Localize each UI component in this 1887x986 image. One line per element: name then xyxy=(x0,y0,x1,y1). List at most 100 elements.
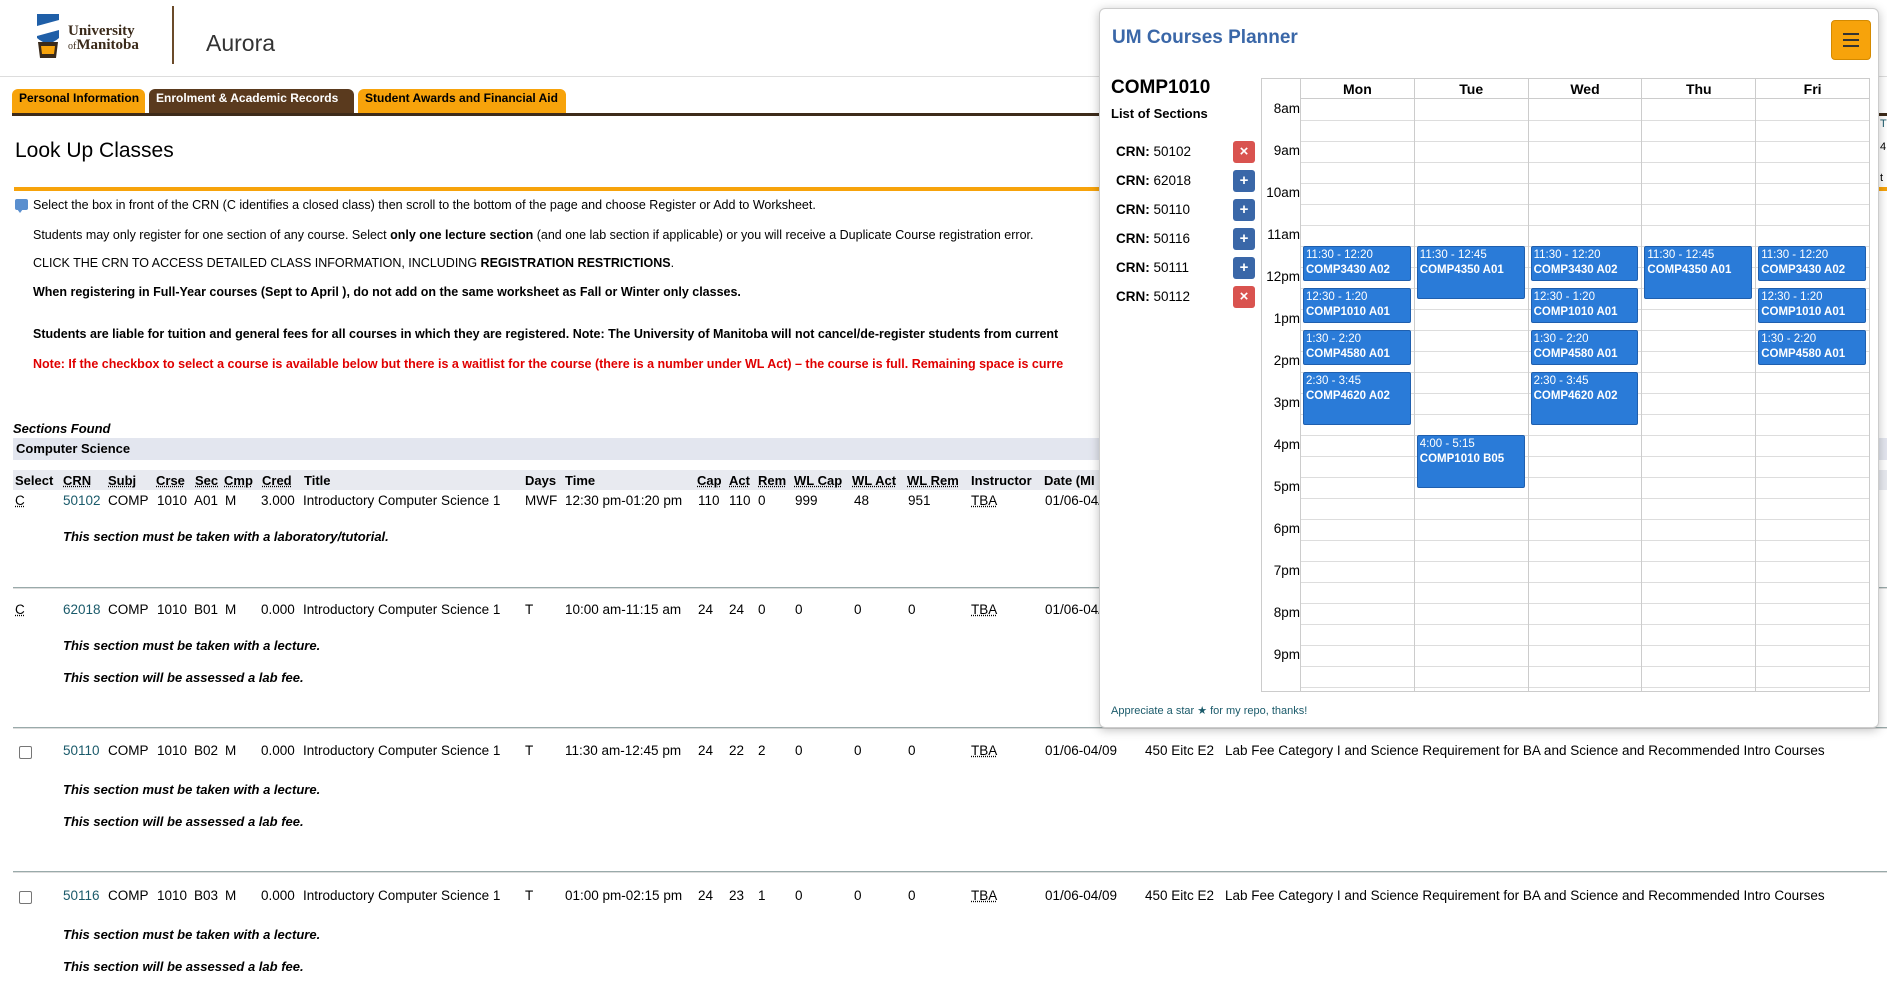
hour-label: 8am xyxy=(1273,101,1300,116)
instructor-tba[interactable]: TBA xyxy=(971,888,997,903)
col-wl-rem[interactable]: WL Rem xyxy=(907,473,959,488)
event-course: COMP3430 A02 xyxy=(1306,264,1390,276)
instruction-text: Select the box in front of the CRN (C id… xyxy=(15,198,816,213)
cell-wl-rem: 0 xyxy=(908,888,916,903)
calendar-event[interactable]: 11:30 - 12:45 COMP4350 A01 xyxy=(1416,246,1525,299)
cell-days: T xyxy=(525,743,534,758)
col-cap[interactable]: Cap xyxy=(697,473,722,488)
calendar-event[interactable]: 12:30 - 1:20 COMP1010 A01 xyxy=(1303,288,1411,323)
tab-enrolment-academic-records[interactable]: Enrolment & Academic Records xyxy=(149,89,354,113)
grid-line xyxy=(1300,666,1869,667)
grid-line xyxy=(1300,477,1869,478)
logo-wordmark: University ofManitoba xyxy=(68,24,139,54)
add-section-button-62018[interactable]: + xyxy=(1233,170,1255,192)
calendar-event[interactable]: 4:00 - 5:15 COMP1010 B05 xyxy=(1416,435,1525,488)
calendar-event[interactable]: 2:30 - 3:45 COMP4620 A02 xyxy=(1303,372,1411,425)
add-section-button-50111[interactable]: + xyxy=(1233,257,1255,279)
crn-link-50116[interactable]: 50116 xyxy=(63,888,100,903)
event-course: COMP3430 A02 xyxy=(1761,264,1846,276)
crn-link-62018[interactable]: 62018 xyxy=(63,602,101,617)
cell-days: MWF xyxy=(525,493,558,508)
hamburger-menu-icon[interactable] xyxy=(1831,20,1871,60)
note2-part-a: CLICK THE CRN TO ACCESS DETAILED CLASS I… xyxy=(33,256,481,270)
cell-time: 10:00 am-11:15 am xyxy=(565,602,682,617)
event-course: COMP1010 A01 xyxy=(1533,306,1618,318)
select-checkbox-50116[interactable] xyxy=(19,891,32,904)
col-cred[interactable]: Cred xyxy=(262,473,292,488)
cell-date: 01/06-04/09 xyxy=(1045,888,1118,903)
col-sec[interactable]: Sec xyxy=(195,473,218,488)
calendar-event[interactable]: 12:30 - 1:20 COMP1010 A01 xyxy=(1530,288,1639,323)
closed-indicator[interactable]: C xyxy=(15,602,25,617)
repo-star-link[interactable]: Appreciate a star ★ for my repo, thanks! xyxy=(1111,704,1307,717)
calendar-event[interactable]: 1:30 - 2:20 COMP4580 A01 xyxy=(1303,330,1411,365)
instructor-tba[interactable]: TBA xyxy=(971,743,997,758)
grid-line xyxy=(1300,225,1869,226)
cell-time: 01:00 pm-02:15 pm xyxy=(565,888,683,903)
event-course: COMP1010 A01 xyxy=(1761,306,1846,318)
calendar-event[interactable]: 11:30 - 12:20 COMP3430 A02 xyxy=(1303,246,1411,281)
note2-part-b: REGISTRATION RESTRICTIONS xyxy=(480,256,671,270)
cell-sec: B03 xyxy=(194,888,219,903)
crn-link-50110[interactable]: 50110 xyxy=(63,743,100,758)
cell-cmp: M xyxy=(225,602,237,617)
closed-indicator[interactable]: C xyxy=(15,493,25,508)
event-time: 12:30 - 1:20 xyxy=(1306,291,1368,303)
cell-wl-rem: 0 xyxy=(908,743,916,758)
tab-personal-information[interactable]: Personal Information xyxy=(12,89,145,113)
hour-label: 10am xyxy=(1266,185,1300,200)
event-course: COMP4620 A02 xyxy=(1306,390,1390,402)
event-course: COMP4580 A01 xyxy=(1306,348,1390,360)
hour-label: 2pm xyxy=(1273,353,1300,368)
event-course: COMP1010 B05 xyxy=(1419,453,1505,465)
grid-column-line xyxy=(1641,79,1643,691)
hour-label: 3pm xyxy=(1273,395,1300,410)
instructor-tba[interactable]: TBA xyxy=(971,493,997,508)
university-logo[interactable]: University ofManitoba xyxy=(34,12,142,64)
cell-location: 450 Eitc E2 xyxy=(1145,743,1215,758)
cell-cap: 110 xyxy=(698,493,720,508)
instructor-tba[interactable]: TBA xyxy=(971,602,997,617)
calendar-event[interactable]: 1:30 - 2:20 COMP4580 A01 xyxy=(1530,330,1639,365)
col-wl-act[interactable]: WL Act xyxy=(852,473,896,488)
col-rem[interactable]: Rem xyxy=(758,473,786,488)
calendar-event[interactable]: 1:30 - 2:20 COMP4580 A01 xyxy=(1758,330,1866,365)
col-wl-cap[interactable]: WL Cap xyxy=(794,473,842,488)
calendar-event[interactable]: 2:30 - 3:45 COMP4620 A02 xyxy=(1530,372,1639,425)
cell-wl-act: 0 xyxy=(854,888,862,903)
crn-link-50102[interactable]: 50102 xyxy=(63,493,101,508)
calendar-event[interactable]: 11:30 - 12:45 COMP4350 A01 xyxy=(1644,246,1753,299)
calendar-event[interactable]: 12:30 - 1:20 COMP1010 A01 xyxy=(1758,288,1866,323)
select-checkbox-50110[interactable] xyxy=(19,746,32,759)
cell-cmp: M xyxy=(225,743,237,758)
full-year-note: When registering in Full-Year courses (S… xyxy=(33,285,741,299)
hour-label: 11am xyxy=(1267,227,1300,242)
add-section-button-50110[interactable]: + xyxy=(1233,199,1255,221)
cell-days: T xyxy=(525,888,534,903)
col-subj[interactable]: Subj xyxy=(108,473,136,488)
tab-student-awards[interactable]: Student Awards and Financial Aid xyxy=(358,89,566,113)
col-cmp[interactable]: Cmp xyxy=(224,473,253,488)
col-act[interactable]: Act xyxy=(729,473,750,488)
remove-section-button-50102[interactable]: × xyxy=(1233,141,1255,163)
event-course: COMP4350 A01 xyxy=(1647,264,1732,276)
add-section-button-50116[interactable]: + xyxy=(1233,228,1255,250)
remove-section-button-50112[interactable]: × xyxy=(1233,286,1255,308)
col-crn[interactable]: CRN xyxy=(63,473,91,488)
cell-date: 01/06-04/ xyxy=(1045,493,1103,508)
page-title: Look Up Classes xyxy=(15,139,174,162)
section-item-50111: CRN: 50111 xyxy=(1116,260,1189,275)
crn-label: CRN: xyxy=(1116,144,1150,159)
edge-fragment: T xyxy=(1880,118,1887,130)
col-crse[interactable]: Crse xyxy=(156,473,185,488)
section-crn: 50110 xyxy=(1149,202,1191,217)
grid-line xyxy=(1300,603,1869,604)
cell-wl-act: 0 xyxy=(854,602,862,617)
cell-cmp: M xyxy=(225,888,237,903)
cell-rem: 0 xyxy=(758,493,766,508)
section-note: This section must be taken with a lectur… xyxy=(63,927,321,942)
calendar-event[interactable]: 11:30 - 12:20 COMP3430 A02 xyxy=(1530,246,1639,281)
event-time: 2:30 - 3:45 xyxy=(1306,375,1361,387)
calendar-event[interactable]: 11:30 - 12:20 COMP3430 A02 xyxy=(1758,246,1866,281)
cell-act: 22 xyxy=(729,743,745,758)
